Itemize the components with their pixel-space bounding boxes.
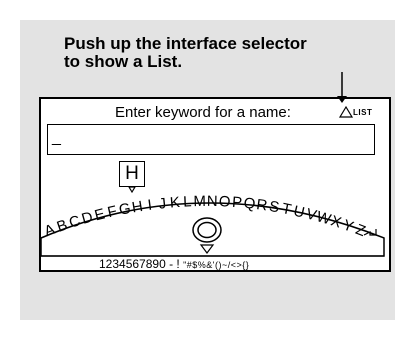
arc-letter-p[interactable]: P	[231, 194, 242, 212]
selector-knob-icon	[197, 221, 217, 239]
arc-letter-i[interactable]: I	[147, 197, 153, 214]
arc-letter-k[interactable]: K	[169, 194, 180, 212]
pointer-arrowhead	[337, 96, 347, 103]
selected-letter-pointer	[127, 186, 137, 194]
arc-letter-j[interactable]: J	[158, 195, 167, 213]
arc-letter-o[interactable]: O	[218, 193, 230, 211]
number-symbol-row[interactable]: 1234567890 - ! "#$%&'()~/<>{}	[99, 256, 374, 272]
arc-letter-h[interactable]: H	[131, 198, 144, 217]
arc-letter-m[interactable]: M	[193, 193, 206, 210]
arc-letter-l[interactable]: L	[183, 193, 192, 210]
arc-letter-g[interactable]: G	[117, 200, 132, 219]
arc-letter-n[interactable]: N	[207, 193, 218, 210]
number-row: 1234567890 - !	[99, 257, 180, 271]
screen-graphics: ABCDE FGH I J K L M N O P Q R S T UVWXYZ	[40, 72, 385, 257]
symbol-row: "#$%&'()~/<>{}	[183, 260, 250, 270]
arc-letter-q[interactable]: Q	[243, 195, 256, 213]
up-triangle-icon	[338, 105, 354, 118]
